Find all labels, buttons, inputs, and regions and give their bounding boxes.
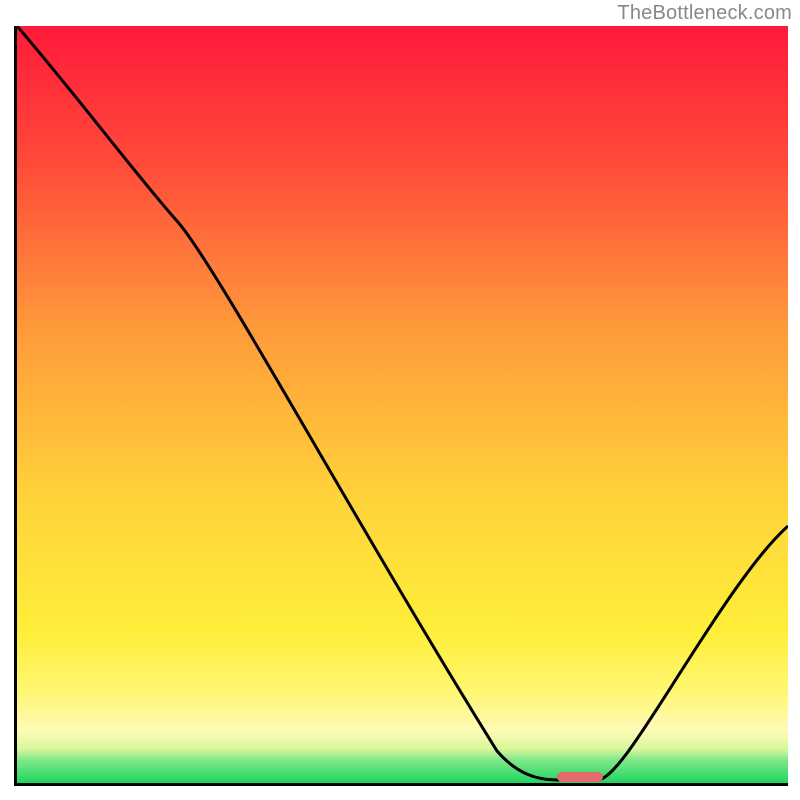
curve-path — [17, 26, 788, 780]
optimal-marker — [557, 772, 603, 782]
watermark-text: TheBottleneck.com — [617, 2, 792, 25]
bottleneck-curve — [17, 26, 788, 783]
plot-area — [14, 26, 788, 786]
chart-container: TheBottleneck.com — [0, 0, 800, 800]
